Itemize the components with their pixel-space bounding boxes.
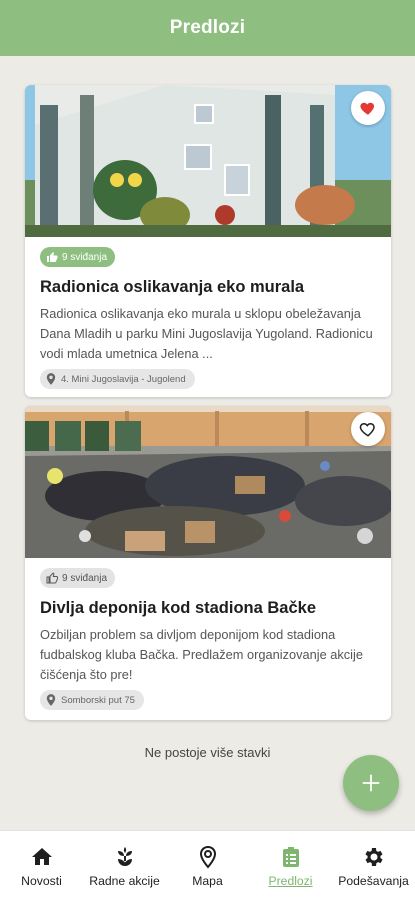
card-title: Divlja deponija kod stadiona Bačke bbox=[40, 599, 316, 617]
location-text: Somborski put 75 bbox=[61, 694, 135, 706]
location-pin-icon bbox=[46, 373, 56, 385]
location-pin-icon bbox=[46, 694, 56, 706]
heart-filled-icon bbox=[360, 102, 375, 115]
proposal-card[interactable]: 9 sviđanja Radionica oslikavanja eko mur… bbox=[25, 85, 391, 397]
favorite-button[interactable] bbox=[351, 91, 385, 125]
location-chip: Somborski put 75 bbox=[40, 690, 144, 710]
location-chip: 4. Mini Jugoslavija - Jugolend bbox=[40, 369, 195, 389]
plus-icon bbox=[362, 774, 380, 792]
map-pin-icon bbox=[199, 845, 216, 869]
nav-item-radne-akcije[interactable]: Radne akcije bbox=[83, 831, 166, 900]
nav-item-novosti[interactable]: Novosti bbox=[0, 831, 83, 900]
card-description: Radionica oslikavanja eko murala u sklop… bbox=[40, 306, 373, 361]
add-proposal-button[interactable] bbox=[343, 755, 399, 811]
page-title: Predlozi bbox=[169, 17, 246, 38]
nav-label: Mapa bbox=[192, 874, 223, 888]
home-icon bbox=[31, 848, 52, 865]
nav-label: Radne akcije bbox=[89, 874, 160, 888]
app-bar: Predlozi bbox=[0, 0, 415, 56]
nav-item-predlozi[interactable]: Predlozi bbox=[249, 831, 332, 900]
nav-item-podesavanja[interactable]: Podešavanja bbox=[332, 831, 415, 900]
mural-photo bbox=[25, 85, 391, 237]
heart-outline-icon bbox=[359, 422, 375, 437]
thumbs-up-icon bbox=[47, 252, 58, 262]
likes-badge[interactable]: 9 sviđanja bbox=[40, 568, 116, 588]
list-end-message: Ne postoje više stavki bbox=[144, 745, 271, 760]
proposal-card[interactable]: 9 sviđanja Divlja deponija kod stadiona … bbox=[25, 406, 391, 720]
clipboard-icon bbox=[282, 847, 299, 867]
likes-badge[interactable]: 9 sviđanja bbox=[40, 247, 116, 267]
card-title: Radionica oslikavanja eko murala bbox=[40, 278, 305, 296]
landfill-photo bbox=[25, 406, 391, 558]
thumbs-up-outline-icon bbox=[46, 572, 58, 584]
location-text: 4. Mini Jugoslavija - Jugolend bbox=[61, 373, 186, 385]
bottom-navigation: Novosti Radne akcije Mapa Predlozi Podeš… bbox=[0, 830, 415, 900]
card-description: Ozbiljan problem sa divljom deponijom ko… bbox=[40, 627, 363, 682]
favorite-button[interactable] bbox=[351, 412, 385, 446]
nav-label: Predlozi bbox=[268, 874, 313, 888]
plant-icon bbox=[117, 847, 132, 866]
likes-count: 9 sviđanja bbox=[62, 251, 108, 263]
gear-icon bbox=[364, 848, 383, 866]
nav-label: Podešavanja bbox=[338, 874, 409, 888]
nav-label: Novosti bbox=[21, 874, 62, 888]
nav-item-mapa[interactable]: Mapa bbox=[166, 831, 249, 900]
likes-count: 9 sviđanja bbox=[62, 572, 108, 584]
